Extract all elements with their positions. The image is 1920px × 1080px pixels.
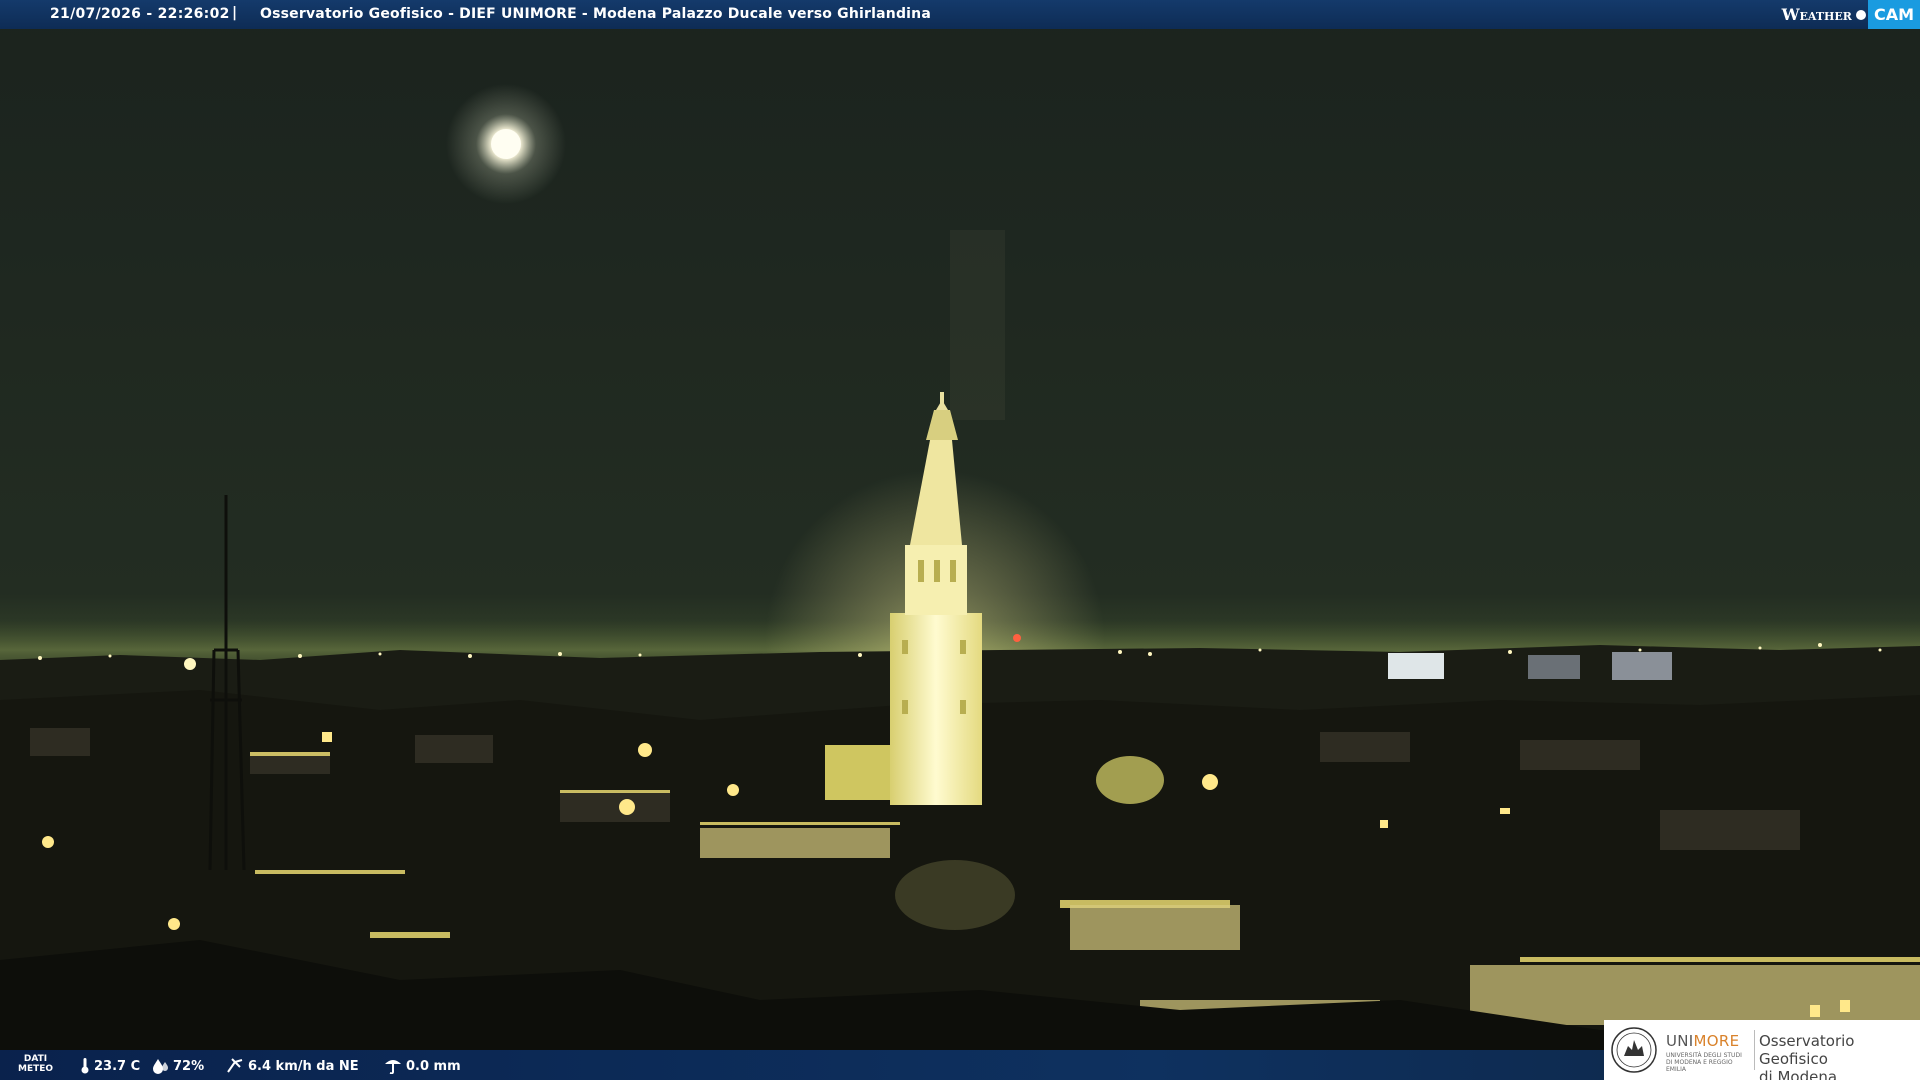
unimore-wordmark: UNIMORE	[1666, 1032, 1739, 1050]
webcam-view: 21/07/2026 - 22:26:02 | Osservatorio Geo…	[0, 0, 1920, 1080]
brand-weather: Weather	[1781, 5, 1852, 24]
humidity-drop-icon	[153, 1059, 168, 1074]
weathercam-logo: Weather CAM	[1782, 0, 1920, 29]
observatory-line1: Osservatorio Geofisico	[1759, 1032, 1855, 1068]
humidity-reading: 72%	[153, 1058, 204, 1074]
humidity-value: 72%	[173, 1058, 205, 1074]
rain-gauge-icon	[385, 1060, 401, 1074]
rain-reading: 0.0 mm	[384, 1058, 461, 1074]
timestamp: 21/07/2026 - 22:26:02	[50, 6, 230, 22]
header-separator: |	[232, 5, 238, 21]
unimore-observatory-logo: UNIMORE UNIVERSITÀ DEGLI STUDI DI MODENA…	[1604, 1020, 1920, 1080]
camera-header-bar: 21/07/2026 - 22:26:02 | Osservatorio Geo…	[0, 0, 1920, 29]
camera-caption: Osservatorio Geofisico - DIEF UNIMORE - …	[260, 6, 931, 22]
meteo-label-line2: METEO	[18, 1064, 54, 1074]
brand-cam: CAM	[1867, 0, 1920, 29]
wind-icon	[227, 1058, 243, 1073]
brand-dot-icon	[1855, 9, 1866, 20]
thermometer-icon	[81, 1058, 89, 1074]
unimore-accent: MORE	[1693, 1032, 1740, 1050]
observatory-name: Osservatorio Geofisico di Modena	[1759, 1032, 1920, 1080]
temperature-reading: 23.7 C	[80, 1058, 140, 1074]
temperature-value: 23.7 C	[94, 1058, 141, 1074]
meteo-data-label: DATI METEO	[18, 1054, 53, 1074]
wind-value: 6.4 km/h da NE	[248, 1058, 359, 1074]
observatory-line2: di Modena	[1759, 1068, 1838, 1080]
wind-reading: 6.4 km/h da NE	[226, 1058, 359, 1074]
unimore-seal-icon	[1611, 1027, 1657, 1073]
unimore-subtitle: UNIVERSITÀ DEGLI STUDI DI MODENA E REGGI…	[1666, 1052, 1742, 1073]
unimore-prefix: UNI	[1666, 1032, 1694, 1050]
rain-value: 0.0 mm	[406, 1058, 461, 1074]
logo-divider	[1754, 1030, 1755, 1070]
meteo-label-line1: DATI	[23, 1054, 48, 1064]
webcam-image	[0, 0, 1920, 1080]
